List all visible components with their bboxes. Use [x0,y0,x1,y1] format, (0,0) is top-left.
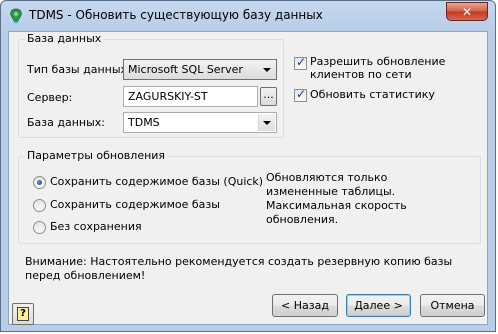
next-button[interactable]: Далее > [346,294,411,317]
dialog-body: База данных Тип базы данных: Microsoft S… [8,31,488,325]
radio-quick-label[interactable]: Сохранить содержимое базы (Quick) [50,175,263,188]
checkmark-icon: ✓ [296,55,307,69]
help-button[interactable]: ? [12,303,34,325]
close-icon: ✕ [461,5,473,19]
server-label: Сервер: [27,91,73,104]
radio-keep-content-label[interactable]: Сохранить содержимое базы [50,198,220,211]
chevron-down-icon[interactable] [259,61,275,78]
cancel-button-label: Отмена [430,299,475,312]
browse-server-button[interactable]: ... [260,87,277,106]
db-type-label: Тип базы данных: [27,63,131,76]
radio-no-save[interactable] [33,221,46,234]
back-button[interactable]: < Назад [272,294,338,317]
help-icon: ? [17,307,29,321]
tdms-app-icon [10,8,22,23]
window-title: TDMS - Обновить существующую базу данных [29,8,323,22]
server-value: ZAGURSKIY-ST [128,90,208,103]
allow-clients-update-checkbox[interactable]: ✓ [294,55,307,70]
cancel-button[interactable]: Отмена [420,294,485,317]
radio-keep-content[interactable] [33,199,46,212]
radio-quick[interactable] [33,176,46,189]
database-value: TDMS [128,116,160,129]
dialog-window: TDMS - Обновить существующую базу данных… [0,0,496,332]
next-button-label: Далее > [354,299,403,312]
database-group-title: База данных [25,32,104,45]
radio-selected-dot [37,180,42,185]
radio-no-save-label[interactable]: Без сохранения [50,220,142,233]
title-bar[interactable]: TDMS - Обновить существующую базу данных… [1,1,495,31]
browse-label: ... [263,88,274,101]
allow-clients-update-label[interactable]: Разрешить обновление клиентов по сети [310,55,486,81]
checkmark-icon: ✓ [296,87,307,101]
db-type-value: Microsoft SQL Server [128,63,243,76]
database-select[interactable]: TDMS [123,112,277,133]
back-button-label: < Назад [281,299,329,312]
update-params-group: Параметры обновления Сохранить содержимо… [18,149,481,244]
update-statistics-label[interactable]: Обновить статистику [310,88,435,101]
close-button[interactable]: ✕ [446,2,488,21]
database-label: База данных: [27,116,106,129]
database-group: База данных Тип базы данных: Microsoft S… [18,32,284,138]
update-mode-description: Обновляются только измененные таблицы. М… [266,171,407,226]
chevron-down-icon[interactable] [258,114,275,131]
update-statistics-checkbox[interactable]: ✓ [294,87,307,102]
server-input[interactable]: ZAGURSKIY-ST [123,86,258,107]
db-type-select[interactable]: Microsoft SQL Server [123,59,277,80]
backup-warning: Внимание: Настоятельно рекомендуется соз… [25,255,453,282]
update-params-group-title: Параметры обновления [25,149,168,162]
